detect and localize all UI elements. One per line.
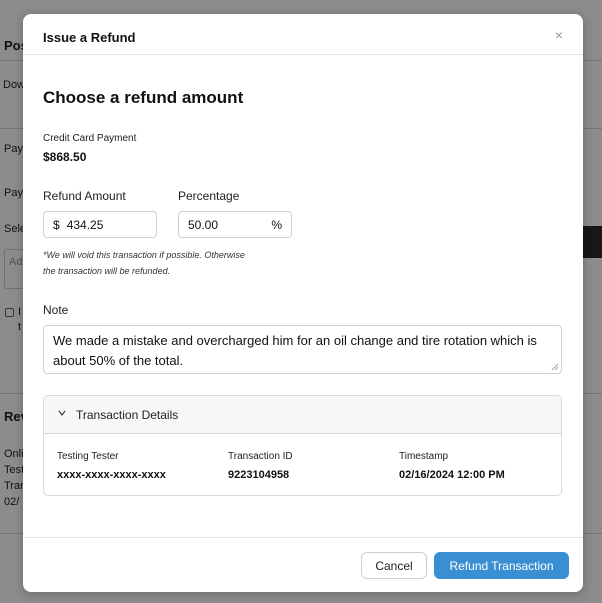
detail-label: Transaction ID [228,451,293,462]
disclaimer-line: the transaction will be refunded. [43,266,171,276]
resize-handle-icon[interactable] [551,363,559,371]
transaction-details-toggle[interactable]: Transaction Details [44,396,561,434]
detail-value: 02/16/2024 12:00 PM [399,469,505,481]
refund-amount-label: Refund Amount [43,189,126,203]
refund-heading: Choose a refund amount [43,88,244,107]
modal-title: Issue a Refund [43,30,136,45]
percentage-value: 50.00 [188,217,219,232]
close-icon[interactable]: × [555,28,563,42]
refund-disclaimer: *We will void this transaction if possib… [43,247,283,279]
detail-value: 9223104958 [228,469,290,481]
refund-modal: Issue a Refund × Choose a refund amount … [23,14,583,592]
chevron-down-icon [58,410,66,416]
percent-suffix: % [271,217,282,232]
disclaimer-line: *We will void this transaction if possib… [43,250,245,260]
detail-label: Testing Tester [57,451,119,462]
percentage-input[interactable]: 50.00 % [178,211,292,238]
detail-column-timestamp: Timestamp 02/16/2024 12:00 PM [399,451,505,481]
modal-header: Issue a Refund × [23,14,583,55]
detail-column-transaction-id: Transaction ID 9223104958 [228,451,293,481]
note-text: We made a mistake and overcharged him fo… [53,333,537,368]
transaction-details-panel: Transaction Details Testing Tester xxxx-… [43,395,562,496]
transaction-details-title: Transaction Details [76,407,179,422]
payment-label: Credit Card Payment [43,133,137,144]
note-textarea[interactable]: We made a mistake and overcharged him fo… [43,325,562,374]
payment-amount: $868.50 [43,150,87,164]
note-label: Note [43,303,69,317]
percentage-label: Percentage [178,189,240,203]
modal-footer: Cancel Refund Transaction [23,537,583,592]
cancel-button[interactable]: Cancel [361,552,427,579]
detail-label: Timestamp [399,451,449,462]
currency-prefix: $ [53,217,60,232]
detail-value: xxxx-xxxx-xxxx-xxxx [57,469,166,481]
refund-transaction-button[interactable]: Refund Transaction [434,552,569,579]
refund-amount-input[interactable]: $ 434.25 [43,211,157,238]
refund-amount-value: 434.25 [66,217,104,232]
detail-column-card: Testing Tester xxxx-xxxx-xxxx-xxxx [57,451,166,481]
